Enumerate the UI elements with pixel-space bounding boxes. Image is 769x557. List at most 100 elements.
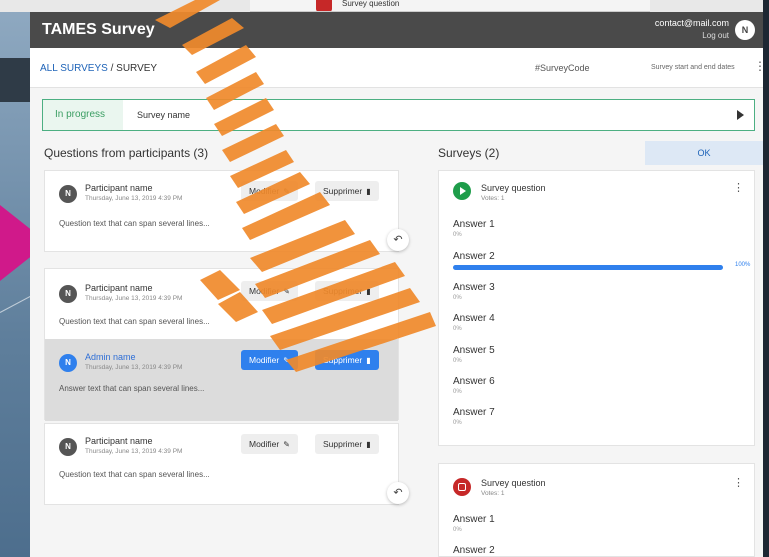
- answer-text: Answer text that can span several lines.…: [59, 384, 205, 393]
- answer-percent: 0%: [453, 295, 462, 301]
- answer-date: Thursday, June 13, 2019 4:39 PM: [85, 364, 183, 371]
- nav-bar: ALL SURVEYS / SURVEY #SurveyCode Survey …: [30, 48, 763, 88]
- participant-name: Participant name: [85, 183, 153, 193]
- survey-votes: Votes: 1: [481, 195, 505, 202]
- survey-dates: Survey start and end dates: [651, 64, 735, 71]
- pencil-icon: ✎: [283, 187, 290, 196]
- reply-icon[interactable]: ↶: [387, 482, 409, 504]
- survey-code: #SurveyCode: [535, 63, 590, 73]
- pencil-icon: ✎: [283, 356, 290, 365]
- delete-button[interactable]: Supprimer ▮: [315, 181, 379, 201]
- answer-progress-track: [453, 265, 723, 270]
- play-icon[interactable]: [453, 182, 471, 200]
- breadcrumb-all-surveys-link[interactable]: ALL SURVEYS: [40, 63, 108, 74]
- background-window: Survey question: [250, 0, 650, 12]
- status-badge: In progress: [43, 100, 123, 130]
- answer-option: Answer 5 0%: [453, 345, 743, 364]
- modify-label: Modifier: [249, 286, 280, 296]
- answer-label: Answer 6: [453, 376, 495, 387]
- background-window-text: Survey question: [342, 0, 400, 8]
- question-text: Question text that can span several line…: [59, 470, 210, 479]
- question-text: Question text that can span several line…: [59, 317, 210, 326]
- pencil-icon: ✎: [283, 287, 290, 296]
- modify-label: Modifier: [249, 439, 280, 449]
- modify-button[interactable]: Modifier ✎: [241, 181, 298, 201]
- app-window: TAMES Survey contact@mail.com Log out N …: [30, 12, 763, 557]
- answer-option: Answer 4 0%: [453, 313, 743, 332]
- avatar: N: [59, 185, 77, 203]
- delete-button[interactable]: Supprimer ▮: [315, 350, 379, 370]
- question-card: N Participant name Thursday, June 13, 20…: [44, 170, 409, 252]
- answer-block: N Admin name Thursday, June 13, 2019 4:3…: [45, 339, 398, 421]
- answer-percent: 0%: [453, 326, 462, 332]
- delete-label: Supprimer: [323, 286, 363, 296]
- play-icon[interactable]: [737, 110, 744, 120]
- questions-section-title: Questions from participants (3): [44, 146, 209, 160]
- admin-name: Admin name: [85, 352, 136, 362]
- survey-question: Survey question: [481, 478, 546, 488]
- stop-icon[interactable]: [453, 478, 471, 496]
- answer-percent: 0%: [453, 527, 462, 533]
- survey-card: Survey question Votes: 1 ⋮ Answer 1 0% A…: [438, 170, 755, 446]
- background-frame: [763, 0, 769, 557]
- delete-label: Supprimer: [323, 355, 363, 365]
- trash-icon: ▮: [366, 287, 371, 296]
- more-vertical-icon[interactable]: ⋮: [733, 181, 744, 194]
- answer-option: Answer 2 100%: [453, 251, 750, 279]
- question-date: Thursday, June 13, 2019 4:39 PM: [85, 448, 183, 455]
- reply-icon[interactable]: ↶: [387, 229, 409, 251]
- logout-link[interactable]: Log out: [702, 31, 729, 40]
- answer-label: Answer 7: [453, 407, 495, 418]
- question-card: N Participant name Thursday, June 13, 20…: [44, 423, 409, 505]
- survey-status-bar: In progress Survey name: [42, 99, 755, 131]
- answer-label: Answer 1: [453, 514, 495, 525]
- trash-icon: ▮: [366, 356, 371, 365]
- question-card: N Participant name Thursday, June 13, 20…: [44, 268, 399, 421]
- question-date: Thursday, June 13, 2019 4:39 PM: [85, 295, 183, 302]
- delete-button[interactable]: Supprimer ▮: [315, 434, 379, 454]
- modify-button[interactable]: Modifier ✎: [241, 350, 298, 370]
- answer-label: Answer 2: [453, 251, 495, 262]
- modify-button[interactable]: Modifier ✎: [241, 434, 298, 454]
- answer-option: Answer 1 0%: [453, 219, 743, 238]
- survey-card: Survey question Votes: 1 ⋮ Answer 1 0% A…: [438, 463, 755, 557]
- more-vertical-icon[interactable]: ⋮: [754, 59, 763, 73]
- answer-percent: 100%: [735, 262, 751, 268]
- answer-option: Answer 7 0%: [453, 407, 743, 426]
- answer-label: Answer 5: [453, 345, 495, 356]
- trash-icon: ▮: [366, 440, 371, 449]
- answer-percent: 0%: [453, 358, 462, 364]
- answer-percent: 0%: [453, 232, 462, 238]
- stop-icon: [316, 0, 332, 11]
- question-date: Thursday, June 13, 2019 4:39 PM: [85, 195, 183, 202]
- participant-name: Participant name: [85, 436, 153, 446]
- answer-label: Answer 1: [453, 219, 495, 230]
- answer-label: Answer 2: [453, 545, 495, 556]
- more-vertical-icon[interactable]: ⋮: [733, 476, 744, 489]
- user-avatar[interactable]: N: [735, 20, 755, 40]
- answer-label: Answer 3: [453, 282, 495, 293]
- breadcrumb-current: SURVEY: [116, 63, 158, 74]
- answer-label: Answer 4: [453, 313, 495, 324]
- modify-label: Modifier: [249, 355, 280, 365]
- answer-progress-fill: [453, 265, 723, 270]
- answer-option: Answer 6 0%: [453, 376, 743, 395]
- delete-button[interactable]: Supprimer ▮: [315, 281, 379, 301]
- modify-button[interactable]: Modifier ✎: [241, 281, 298, 301]
- delete-label: Supprimer: [323, 186, 363, 196]
- top-bar: TAMES Survey contact@mail.com Log out N: [30, 12, 763, 48]
- answer-option: Answer 2: [453, 545, 743, 556]
- survey-name: Survey name: [137, 110, 191, 120]
- question-block: N Participant name Thursday, June 13, 20…: [45, 269, 398, 339]
- app-title: TAMES Survey: [42, 21, 155, 38]
- user-email: contact@mail.com: [654, 18, 729, 28]
- avatar: N: [59, 438, 77, 456]
- survey-votes: Votes: 1: [481, 490, 505, 497]
- surveys-section-title: Surveys (2): [438, 146, 500, 160]
- trash-icon: ▮: [366, 187, 371, 196]
- answer-percent: 0%: [453, 420, 462, 426]
- survey-question: Survey question: [481, 183, 546, 193]
- ok-button[interactable]: OK: [645, 141, 763, 165]
- delete-label: Supprimer: [323, 439, 363, 449]
- pencil-icon: ✎: [283, 440, 290, 449]
